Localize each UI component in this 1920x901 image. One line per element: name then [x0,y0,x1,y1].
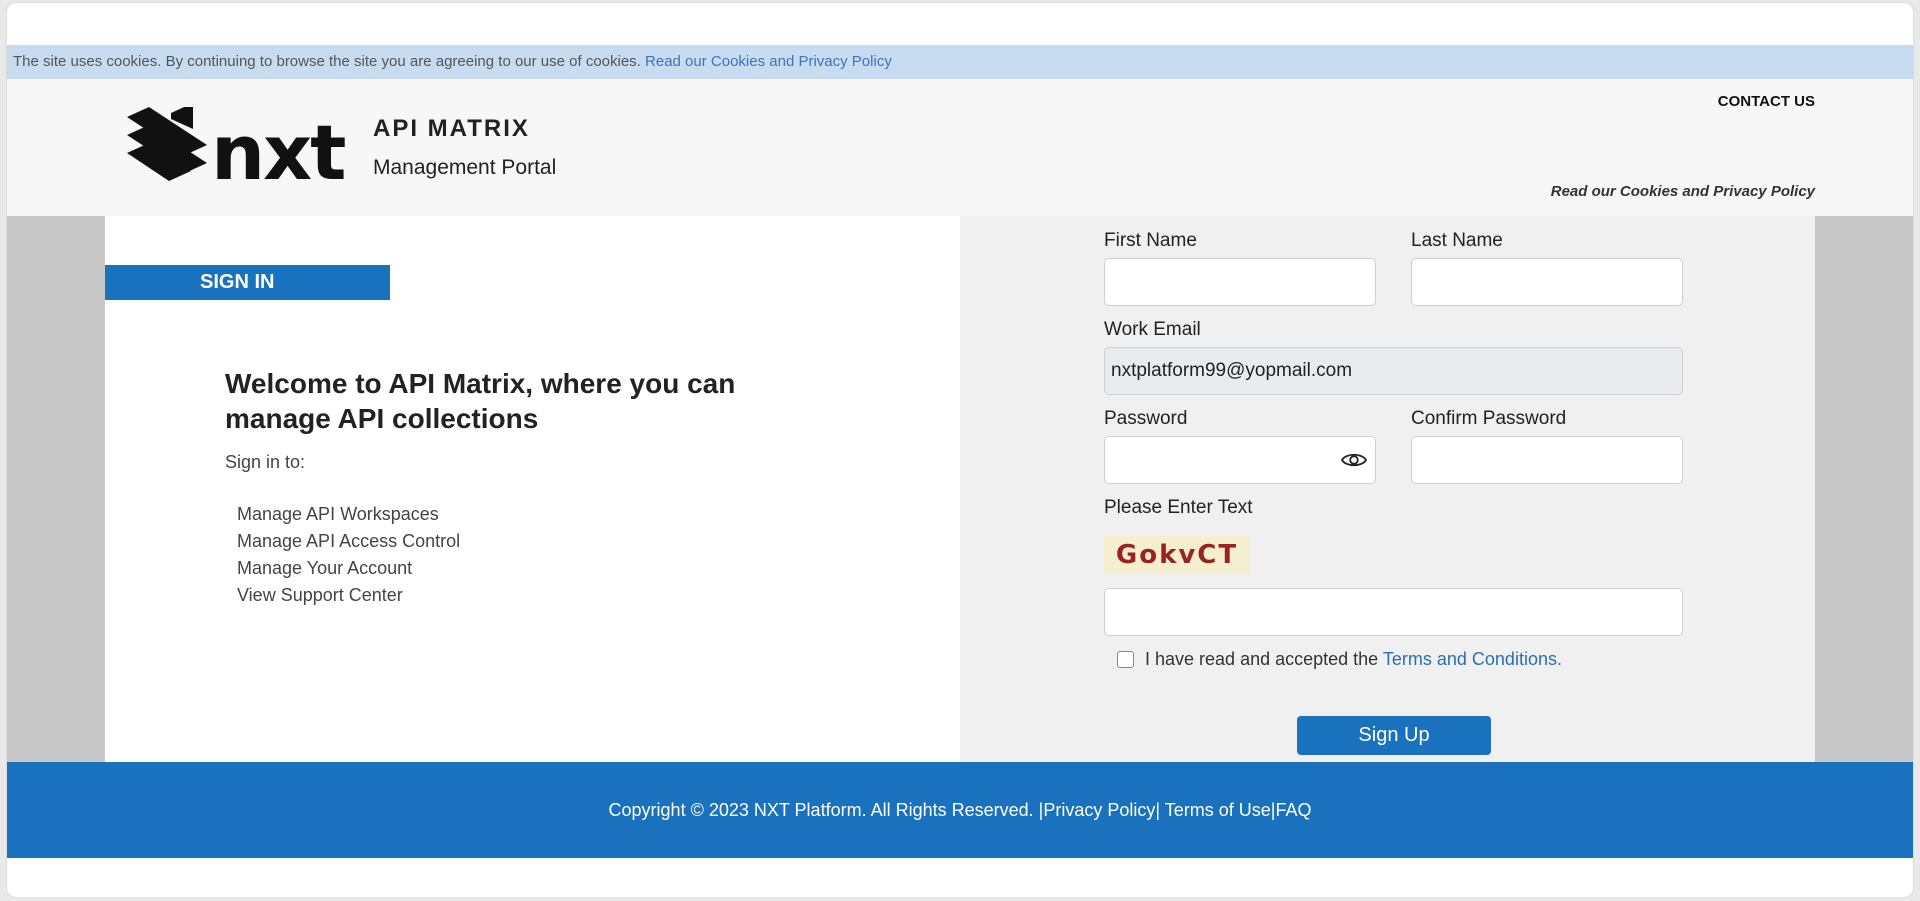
faq-link[interactable]: FAQ [1275,800,1311,820]
info-panel: SIGN IN Welcome to API Matrix, where you… [105,216,960,762]
svg-text:nxt: nxt [211,108,345,187]
feature-list: Manage API Workspaces Manage API Access … [237,501,460,609]
password-input[interactable] [1104,436,1376,484]
welcome-heading: Welcome to API Matrix, where you can man… [225,368,736,434]
password-label: Password [1104,408,1188,429]
work-email-label: Work Email [1104,319,1201,340]
nxt-logo[interactable]: nxt [127,107,357,187]
sign-in-to-label: Sign in to: [225,452,306,472]
cookie-notice-bar: The site uses cookies. By continuing to … [7,45,1913,79]
eye-icon[interactable] [1341,451,1367,469]
terms-checkbox[interactable] [1117,651,1134,668]
signup-form: First Name Last Name Work Email Password… [960,216,1815,762]
terms-of-use-link[interactable]: Terms of Use [1165,800,1271,820]
site-header: nxt API MATRIX Management Portal CONTACT… [7,79,1913,216]
work-email-input[interactable] [1104,347,1683,395]
feature-item: Manage API Workspaces [237,504,439,524]
captcha-input[interactable] [1104,588,1683,636]
brand-subtitle: Management Portal [373,156,557,179]
terms-prefix: I have read and accepted the [1145,649,1379,669]
browser-page: The site uses cookies. By continuing to … [6,2,1914,898]
feature-item: Manage API Access Control [237,531,461,551]
captcha-label: Please Enter Text [1104,497,1253,518]
last-name-label: Last Name [1411,230,1503,251]
confirm-password-label: Confirm Password [1411,408,1567,429]
footer-separator: | [1155,800,1165,820]
feature-item: Manage Your Account [237,558,413,578]
last-name-input[interactable] [1411,258,1683,306]
first-name-input[interactable] [1104,258,1376,306]
brand-title: API MATRIX [373,115,530,142]
terms-statement: I have read and accepted the Terms and C… [1145,649,1562,670]
feature-item: View Support Center [237,585,403,605]
cookie-policy-link[interactable]: Read our Cookies and Privacy Policy [645,53,892,70]
main-content: SIGN IN Welcome to API Matrix, where you… [7,216,1913,762]
first-name-label: First Name [1104,230,1197,251]
sign-in-tab[interactable]: SIGN IN [105,265,390,300]
captcha-image: GokvCT [1104,536,1250,574]
privacy-policy-link[interactable]: Privacy Policy [1043,800,1155,820]
contact-us-link[interactable]: CONTACT US [1718,93,1815,110]
cookie-notice-text: The site uses cookies. By continuing to … [13,53,641,70]
confirm-password-input[interactable] [1411,436,1683,484]
terms-link[interactable]: Terms and Conditions. [1383,649,1562,669]
header-policy-link[interactable]: Read our Cookies and Privacy Policy [1551,183,1815,200]
site-footer: Copyright © 2023 NXT Platform. All Right… [7,762,1913,858]
copyright-text: Copyright © 2023 NXT Platform. All Right… [608,800,1044,820]
sign-up-button[interactable]: Sign Up [1297,716,1491,755]
